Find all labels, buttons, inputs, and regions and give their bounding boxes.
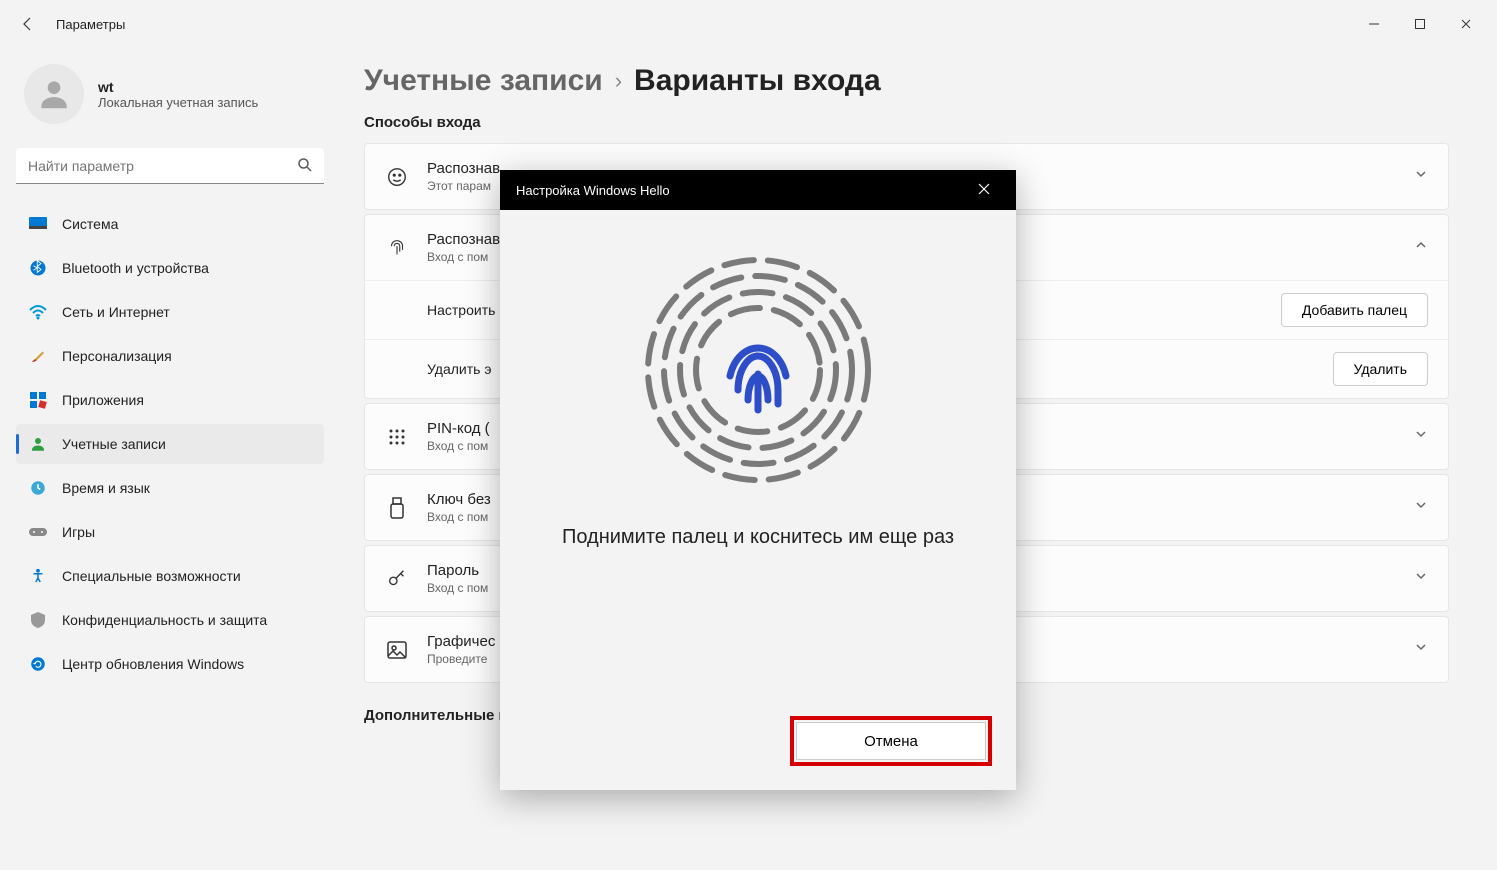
chevron-down-icon [1414,498,1428,517]
usb-key-icon [385,497,409,519]
sidebar-item-apps[interactable]: Приложения [16,380,324,420]
chevron-down-icon [1414,569,1428,588]
cancel-highlight: Отмена [790,716,992,766]
section-methods-title: Способы входа [364,114,1449,131]
add-finger-button[interactable]: Добавить палец [1281,293,1428,327]
sidebar-item-accounts[interactable]: Учетные записи [16,424,324,464]
chevron-down-icon [1414,640,1428,659]
chevron-down-icon [1414,427,1428,446]
wifi-icon [28,302,48,322]
fingerprint-graphic [638,250,878,490]
sidebar-item-label: Система [62,216,118,232]
avatar [24,64,84,124]
modal-close-button[interactable] [968,182,1000,198]
window-title: Параметры [56,17,125,32]
close-button[interactable] [1443,8,1489,40]
cancel-button[interactable]: Отмена [796,722,986,760]
breadcrumb: Учетные записи › Варианты входа [364,64,1449,98]
back-button[interactable] [8,4,48,44]
sidebar-item-privacy[interactable]: Конфиденциальность и защита [16,600,324,640]
sidebar-item-system[interactable]: Система [16,204,324,244]
sidebar-item-label: Учетные записи [62,436,166,452]
sidebar-item-personalization[interactable]: Персонализация [16,336,324,376]
minimize-button[interactable] [1351,8,1397,40]
hello-modal: Настройка Windows Hello П [500,170,1016,790]
sidebar-item-label: Приложения [62,392,144,408]
shield-icon [28,610,48,630]
modal-header: Настройка Windows Hello [500,170,1016,210]
bluetooth-icon [28,258,48,278]
maximize-button[interactable] [1397,8,1443,40]
time-icon [28,478,48,498]
sidebar-item-network[interactable]: Сеть и Интернет [16,292,324,332]
picture-icon [385,640,409,660]
user-block[interactable]: wt Локальная учетная запись [16,56,324,132]
fingerprint-icon [385,237,409,259]
key-icon [385,568,409,590]
user-name: wt [98,79,258,95]
chevron-up-icon [1414,238,1428,257]
breadcrumb-current: Варианты входа [634,64,881,98]
sidebar-item-label: Время и язык [62,480,150,496]
breadcrumb-parent[interactable]: Учетные записи [364,64,603,98]
sidebar-item-label: Конфиденциальность и защита [62,612,267,628]
titlebar: Параметры [0,0,1497,48]
user-subtitle: Локальная учетная запись [98,95,258,110]
sidebar-item-label: Сеть и Интернет [62,304,170,320]
system-icon [28,214,48,234]
sidebar-item-bluetooth[interactable]: Bluetooth и устройства [16,248,324,288]
sidebar-item-label: Персонализация [62,348,172,364]
accessibility-icon [28,566,48,586]
sidebar: wt Локальная учетная запись Система Blue… [0,48,340,870]
brush-icon [28,346,48,366]
search-icon [296,156,314,179]
accounts-icon [28,434,48,454]
remove-button[interactable]: Удалить [1333,352,1428,386]
gaming-icon [28,522,48,542]
sidebar-item-update[interactable]: Центр обновления Windows [16,644,324,684]
search-box[interactable] [16,148,324,184]
apps-icon [28,390,48,410]
search-input[interactable] [16,148,324,184]
modal-instruction: Поднимите палец и коснитесь им еще раз [562,526,954,549]
sidebar-item-label: Bluetooth и устройства [62,260,209,276]
chevron-down-icon [1414,167,1428,186]
pin-icon [385,427,409,447]
sidebar-item-label: Специальные возможности [62,568,241,584]
update-icon [28,654,48,674]
face-icon [385,166,409,188]
sidebar-item-label: Центр обновления Windows [62,656,244,672]
sidebar-item-gaming[interactable]: Игры [16,512,324,552]
sidebar-item-label: Игры [62,524,95,540]
chevron-right-icon: › [615,68,622,94]
sidebar-item-accessibility[interactable]: Специальные возможности [16,556,324,596]
sidebar-item-time[interactable]: Время и язык [16,468,324,508]
modal-title: Настройка Windows Hello [516,183,670,198]
